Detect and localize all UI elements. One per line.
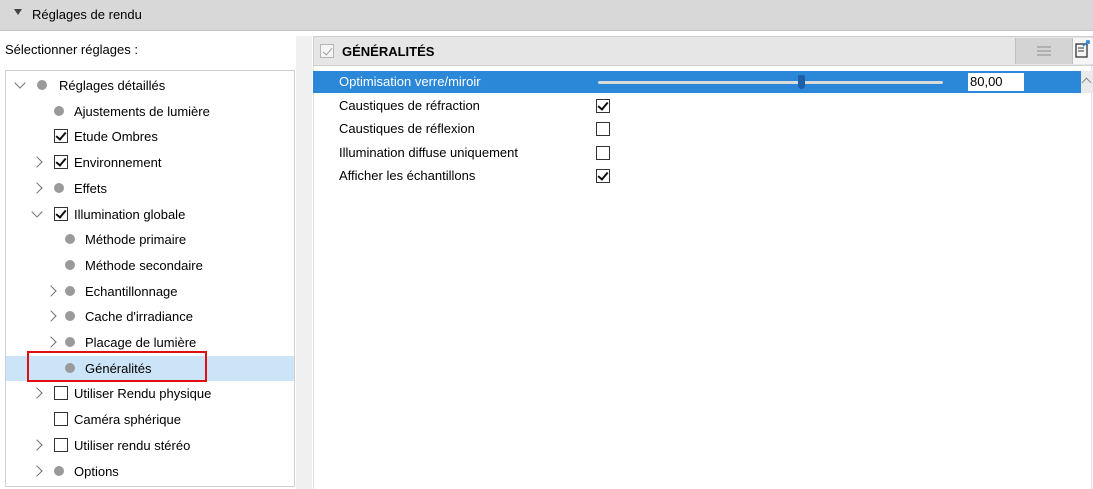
export-icon xyxy=(1075,40,1090,58)
setting-row[interactable]: Optimisation verre/miroir 80,00 xyxy=(313,71,1093,93)
tree-item[interactable]: Cache d'irradiance xyxy=(6,304,294,329)
tree-item-label: Placage de lumière xyxy=(85,335,197,350)
tree-item-label: Illumination globale xyxy=(74,206,186,222)
tree-item[interactable]: Environnement xyxy=(6,150,294,175)
chevron-right-icon[interactable] xyxy=(31,439,43,451)
tree-item-label: Caméra sphérique xyxy=(74,412,181,428)
slider-value-field[interactable]: 80,00 xyxy=(958,73,1024,91)
status-dot-icon xyxy=(54,182,64,193)
tree-item[interactable]: Méthode primaire xyxy=(6,227,294,252)
tree-item-checkbox[interactable] xyxy=(54,437,68,452)
pane-splitter[interactable] xyxy=(296,36,312,489)
tree-item[interactable]: Utiliser Rendu physique xyxy=(6,381,294,406)
setting-checkbox[interactable] xyxy=(596,122,610,136)
tree-item-checkbox[interactable] xyxy=(54,129,68,144)
tree-item-label: Echantillonnage xyxy=(85,283,178,299)
tree-item-label: Réglages détaillés xyxy=(59,78,166,93)
tree-item[interactable]: Méthode secondaire xyxy=(6,253,294,278)
chevron-right-icon[interactable] xyxy=(45,284,57,297)
chevron-down-icon[interactable] xyxy=(14,77,26,89)
setting-row[interactable]: Caustiques de réflexion xyxy=(313,118,1093,140)
tree-item[interactable]: Illumination globale xyxy=(6,202,294,227)
setting-label: Caustiques de réfraction xyxy=(339,97,480,113)
tree-item[interactable]: Options xyxy=(6,459,294,484)
tree-item[interactable]: Etude Ombres xyxy=(6,124,294,149)
status-dot-icon xyxy=(65,259,75,270)
chevron-down-icon[interactable] xyxy=(31,205,43,218)
setting-row[interactable]: Illumination diffuse uniquement xyxy=(313,142,1093,164)
setting-label: Illumination diffuse uniquement xyxy=(339,144,518,160)
status-dot-icon xyxy=(54,105,64,116)
status-dot-icon xyxy=(65,337,75,347)
tree-item-label: Effets xyxy=(74,180,108,196)
collapse-triangle-icon[interactable] xyxy=(14,9,22,15)
group-enable-checkbox[interactable] xyxy=(320,44,334,58)
highlight-annotation xyxy=(27,351,207,382)
panel-title: Réglages de rendu xyxy=(32,7,142,22)
chevron-right-icon[interactable] xyxy=(31,387,43,400)
tree-item-label: Méthode secondaire xyxy=(85,257,203,273)
chevron-right-icon[interactable] xyxy=(45,310,57,322)
tree-item-label: Utiliser Rendu physique xyxy=(74,386,212,402)
tree-item[interactable]: Caméra sphérique xyxy=(6,407,294,432)
setting-label: Optimisation verre/miroir xyxy=(339,74,481,89)
tree-item[interactable]: Ajustements de lumière xyxy=(6,99,294,124)
settings-tree: Réglages détaillés Ajustements de lumière… xyxy=(5,70,295,487)
slider-thumb[interactable] xyxy=(798,75,806,89)
tree-item-checkbox[interactable] xyxy=(54,206,68,221)
tree-item-checkbox[interactable] xyxy=(54,155,68,170)
panel-header[interactable]: Réglages de rendu xyxy=(0,0,1093,31)
list-icon xyxy=(1037,46,1051,56)
select-settings-label: Sélectionner réglages : xyxy=(5,42,138,57)
chevron-right-icon[interactable] xyxy=(31,156,43,168)
tree-item[interactable]: Réglages détaillés xyxy=(6,73,294,98)
chevron-right-icon[interactable] xyxy=(45,336,57,348)
setting-checkbox[interactable] xyxy=(596,145,610,160)
tree-item-label: Environnement xyxy=(74,155,162,171)
status-dot-icon xyxy=(65,285,75,296)
tree-item-label: Options xyxy=(74,463,119,479)
settings-group-header: GÉNÉRALITÉS xyxy=(313,36,1093,66)
tree-item-label: Utiliser rendu stéréo xyxy=(74,437,191,453)
tree-item-checkbox[interactable] xyxy=(54,412,68,427)
tree-item[interactable]: Utiliser rendu stéréo xyxy=(6,433,294,458)
tree-item[interactable]: Effets xyxy=(6,176,294,201)
setting-label: Afficher les échantillons xyxy=(339,168,476,183)
setting-label: Caustiques de réflexion xyxy=(339,121,475,136)
tree-item-label: Méthode primaire xyxy=(85,232,187,248)
setting-row[interactable]: Caustiques de réfraction xyxy=(313,95,1093,117)
setting-checkbox[interactable] xyxy=(596,98,610,113)
status-dot-icon xyxy=(54,465,64,476)
tree-item[interactable]: Echantillonnage xyxy=(6,279,294,304)
group-title: GÉNÉRALITÉS xyxy=(342,44,435,59)
chevron-right-icon[interactable] xyxy=(31,182,43,194)
status-dot-icon xyxy=(65,234,75,245)
scroll-up-icon[interactable] xyxy=(1081,71,1093,93)
status-dot-icon xyxy=(65,311,75,322)
tree-item-label: Cache d'irradiance xyxy=(85,309,193,325)
tree-item-label: Ajustements de lumière xyxy=(74,103,210,119)
slider-track[interactable] xyxy=(598,81,943,84)
setting-row[interactable]: Afficher les échantillons xyxy=(313,165,1093,187)
tree-item-checkbox[interactable] xyxy=(54,386,68,401)
setting-checkbox[interactable] xyxy=(596,169,610,183)
list-view-button[interactable] xyxy=(1015,38,1072,64)
chevron-right-icon[interactable] xyxy=(31,464,43,477)
export-settings-button[interactable] xyxy=(1072,38,1093,64)
tree-item-label: Etude Ombres xyxy=(74,129,158,145)
status-dot-icon xyxy=(37,80,47,90)
